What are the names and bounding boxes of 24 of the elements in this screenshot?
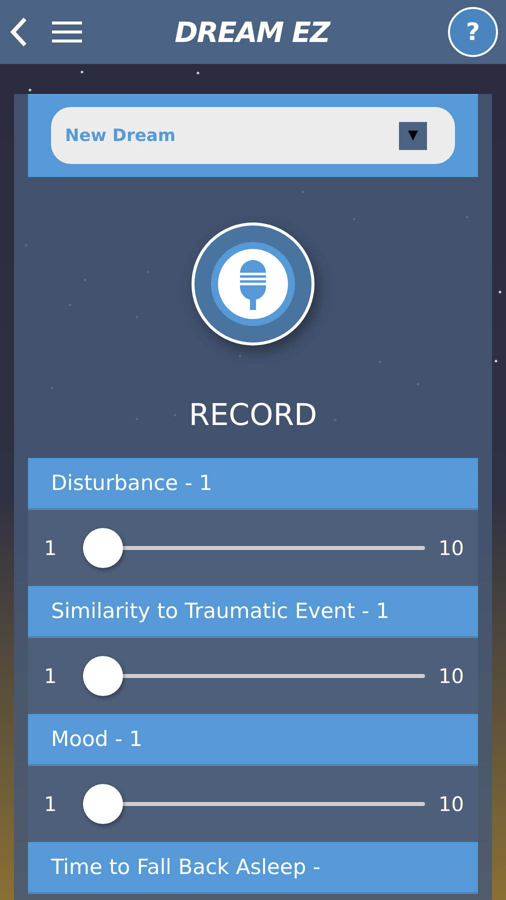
- slider-min-label: 1: [44, 792, 57, 816]
- slider-thumb[interactable]: [82, 528, 123, 568]
- app-title: DREAM EZ: [174, 16, 332, 48]
- rating-slider[interactable]: [82, 656, 425, 696]
- rating-slider[interactable]: [82, 784, 425, 824]
- slider-min-label: 1: [44, 664, 57, 688]
- caret-icon: ▼: [399, 122, 427, 150]
- record-label: RECORD: [188, 398, 318, 435]
- dream-dropdown[interactable]: New Dream ▼: [51, 107, 455, 164]
- rating-slider[interactable]: [82, 528, 425, 568]
- back-icon[interactable]: [10, 17, 28, 47]
- slider-min-label: 1: [44, 536, 57, 560]
- slider-thumb[interactable]: [82, 656, 123, 696]
- rating-header: Similarity to Traumatic Event - 1: [28, 586, 478, 638]
- slider-max-label: 10: [438, 792, 464, 816]
- help-button[interactable]: ?: [448, 7, 498, 57]
- slider-max-label: 10: [438, 664, 464, 688]
- microphone-record-button[interactable]: [191, 222, 315, 346]
- slider-max-label: 10: [438, 536, 464, 560]
- rating-header: Time to Fall Back Asleep -: [28, 842, 478, 894]
- slider-thumb[interactable]: [82, 784, 123, 824]
- rating-header: Disturbance - 1: [28, 458, 478, 510]
- menu-icon[interactable]: [52, 21, 82, 43]
- rating-header: Mood - 1: [28, 714, 478, 766]
